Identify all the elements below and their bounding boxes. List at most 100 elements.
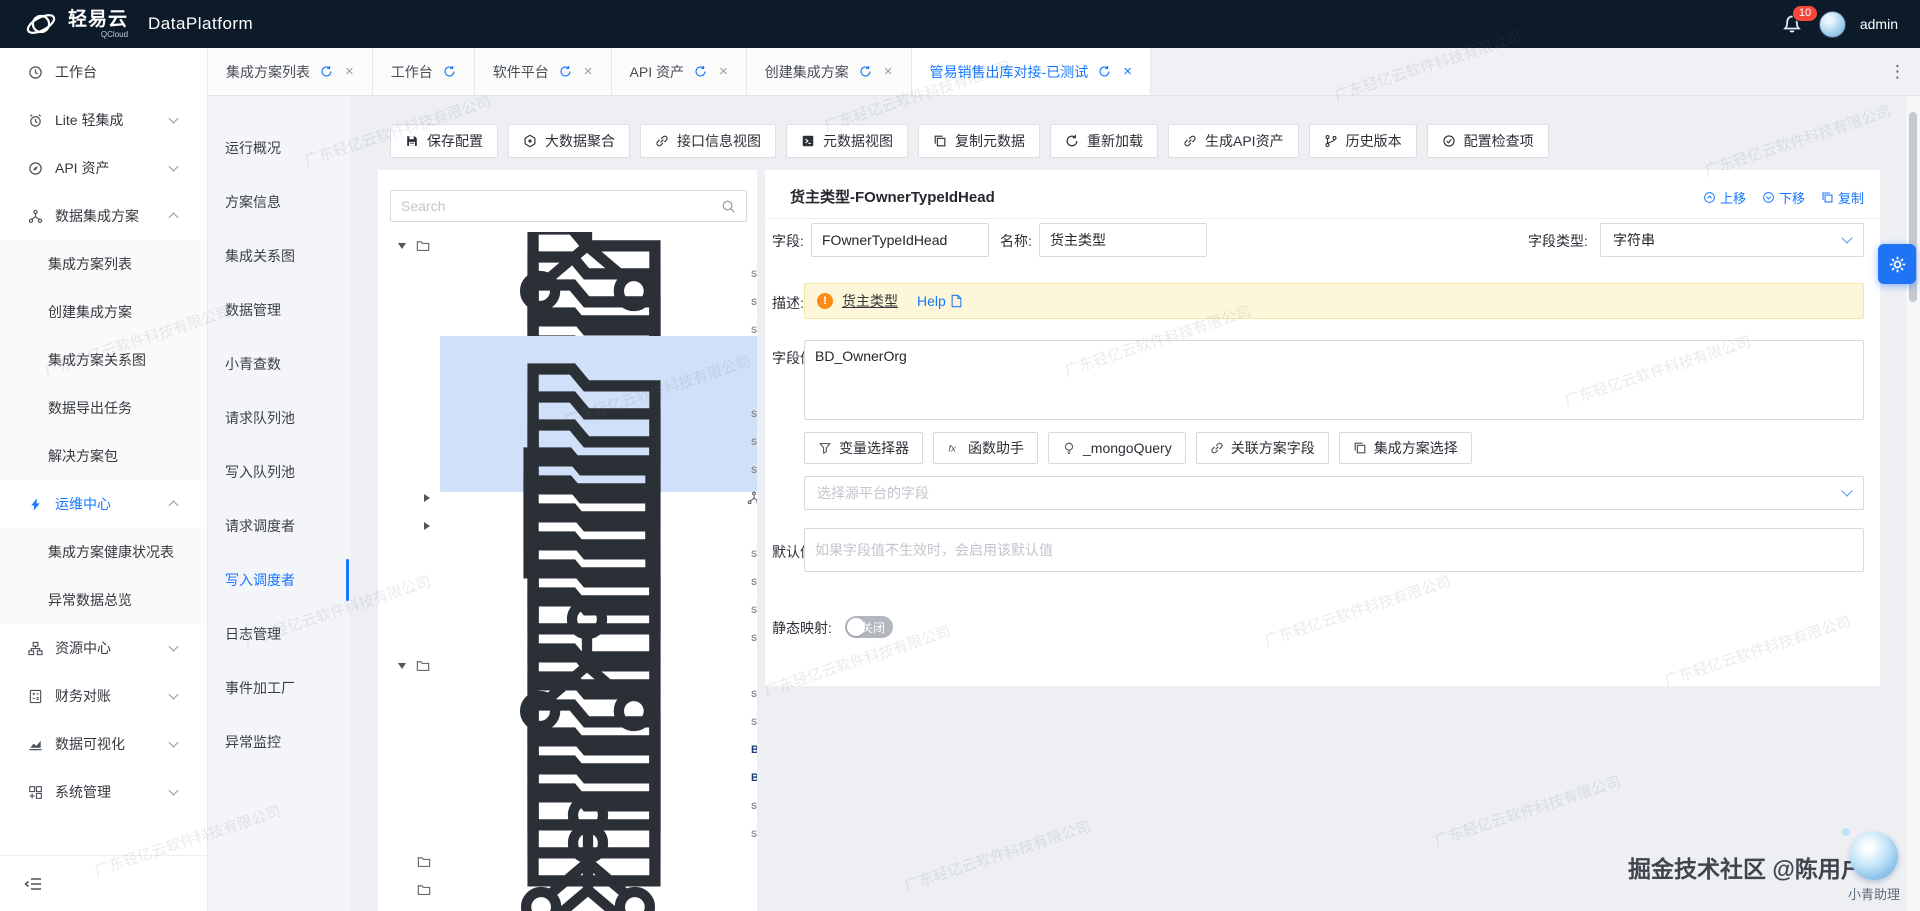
notifications-button[interactable]: 10	[1781, 12, 1805, 36]
scrollbar-track[interactable]	[1906, 96, 1920, 911]
tab[interactable]: 工作台 ×	[373, 48, 475, 95]
tab-close-icon[interactable]: ×	[884, 64, 893, 79]
tab-close-icon[interactable]: ×	[719, 64, 728, 79]
scheme-nav-item[interactable]: 日志管理	[208, 607, 350, 661]
gear-icon	[1888, 255, 1907, 274]
scheme-nav-item[interactable]: 数据管理	[208, 283, 350, 337]
scheme-nav-item[interactable]: 事件加工厂	[208, 661, 350, 715]
sidebar-item[interactable]: 集成方案健康状况表	[0, 528, 207, 576]
move-down-button[interactable]: 下移	[1762, 188, 1805, 207]
caret-right-icon[interactable]	[424, 494, 430, 502]
scheme-nav-item[interactable]: 方案信息	[208, 175, 350, 229]
scheme-nav-item[interactable]: 写入调度者	[208, 553, 350, 607]
scheme-nav-item[interactable]: 请求队列池	[208, 391, 350, 445]
sidebar-item-icon	[28, 161, 43, 176]
scheme-nav-item[interactable]: 集成关系图	[208, 229, 350, 283]
sidebar-item-label: Lite 轻集成	[55, 110, 123, 130]
toolbar-button[interactable]: 大数据聚合	[508, 124, 630, 158]
toolbar-button[interactable]: 元数据视图	[786, 124, 908, 158]
sidebar-item[interactable]: 异常数据总览	[0, 576, 207, 624]
sidebar-item[interactable]: 集成方案列表	[0, 240, 207, 288]
caret-down-icon[interactable]	[398, 663, 406, 669]
assistant-avatar[interactable]	[1850, 832, 1898, 880]
toolbar-button[interactable]: 复制元数据	[918, 124, 1040, 158]
copy-button[interactable]: 复制	[1821, 188, 1864, 207]
caret-down-icon[interactable]	[398, 243, 406, 249]
toolbar-button[interactable]: 重新加载	[1050, 124, 1158, 158]
logo[interactable]: 轻易云 QCloud DataPlatform	[0, 7, 253, 41]
scheme-nav-item[interactable]: 运行概况	[208, 121, 350, 175]
field-value-textarea[interactable]: BD_OwnerOrg	[804, 340, 1864, 420]
brand-subtitle: QCloud	[101, 31, 128, 39]
sidebar-item[interactable]: 资源中心	[0, 624, 207, 672]
scheme-nav-item[interactable]: 小青查数	[208, 337, 350, 391]
tab-refresh-icon[interactable]	[694, 65, 707, 78]
tab-refresh-icon[interactable]	[320, 65, 333, 78]
tab-refresh-icon[interactable]	[559, 65, 572, 78]
sidebar-item[interactable]: Lite 轻集成	[0, 96, 207, 144]
search-icon[interactable]	[721, 199, 736, 214]
value-tool-button[interactable]: 函数助手	[933, 432, 1038, 464]
field-type-select[interactable]: 字符串	[1600, 223, 1864, 257]
sidebar-item[interactable]: 创建集成方案	[0, 288, 207, 336]
tab-close-icon[interactable]: ×	[1123, 64, 1132, 79]
field-tree: Str. B 请求参数-request Str. B	[378, 232, 757, 911]
username[interactable]: admin	[1860, 16, 1898, 32]
tree-item[interactable]: Str. B 其他响应参数-otherResponse	[378, 876, 757, 904]
help-link[interactable]: Help	[917, 293, 963, 309]
source-field-select[interactable]: 选择源平台的字段	[804, 476, 1864, 510]
tab[interactable]: 集成方案列表 ×	[208, 48, 373, 95]
tab[interactable]: 软件平台 ×	[475, 48, 612, 95]
value-tool-button[interactable]: 关联方案字段	[1196, 432, 1329, 464]
sidebar-item[interactable]: 工作台	[0, 48, 207, 96]
tab-refresh-icon[interactable]	[1098, 65, 1111, 78]
toolbar-button[interactable]: 历史版本	[1309, 124, 1417, 158]
sidebar-item[interactable]: 集成方案关系图	[0, 336, 207, 384]
scheme-nav-item[interactable]: 写入队列池	[208, 445, 350, 499]
tab-overflow-menu-icon[interactable]: ⋮	[1889, 48, 1906, 96]
toolbar-button-label: 配置检查项	[1464, 131, 1534, 151]
sidebar-item[interactable]: 数据集成方案	[0, 192, 207, 240]
scheme-nav-item-label: 异常监控	[225, 734, 281, 750]
toolbar-button[interactable]: 生成API资产	[1168, 124, 1299, 158]
field-input[interactable]	[811, 223, 989, 257]
toolbar-button[interactable]: 配置检查项	[1427, 124, 1549, 158]
sidebar-item[interactable]: 系统管理	[0, 768, 207, 816]
sidebar-item[interactable]: 财务对账	[0, 672, 207, 720]
scheme-nav-item[interactable]: 请求调度者	[208, 499, 350, 553]
tab[interactable]: API 资产 ×	[612, 48, 747, 95]
toolbar-button[interactable]: 保存配置	[390, 124, 498, 158]
tab[interactable]: 管易销售出库对接-已测试 ×	[912, 48, 1151, 95]
value-tool-button[interactable]: _mongoQuery	[1048, 432, 1186, 464]
scheme-nav-item[interactable]: 异常监控	[208, 715, 350, 769]
sidebar-item[interactable]: 数据导出任务	[0, 384, 207, 432]
folder-icon	[416, 239, 430, 253]
tab-close-icon[interactable]: ×	[345, 64, 354, 79]
tab-close-icon[interactable]: ×	[584, 64, 593, 79]
sidebar-item[interactable]: 解决方案包	[0, 432, 207, 480]
tab-refresh-icon[interactable]	[443, 65, 456, 78]
tab-refresh-icon[interactable]	[859, 65, 872, 78]
value-tool-button[interactable]: 变量选择器	[804, 432, 923, 464]
default-value-input[interactable]	[804, 528, 1864, 572]
tab[interactable]: 创建集成方案 ×	[747, 48, 912, 95]
move-up-button[interactable]: 上移	[1703, 188, 1746, 207]
settings-fab[interactable]	[1878, 244, 1916, 284]
static-map-toggle[interactable]: 关闭	[845, 616, 893, 638]
description-text[interactable]: 货主类型	[842, 291, 898, 311]
toolbar-button[interactable]: 接口信息视图	[640, 124, 776, 158]
sidebar-collapse-button[interactable]	[0, 855, 207, 911]
value-tool-icon	[1353, 441, 1367, 455]
toolbar-button-label: 复制元数据	[955, 131, 1025, 151]
toolbar-button-label: 保存配置	[427, 131, 483, 151]
value-tool-icon	[947, 441, 961, 455]
name-input[interactable]	[1039, 223, 1207, 257]
user-avatar[interactable]	[1819, 11, 1846, 38]
caret-right-icon[interactable]	[424, 522, 430, 530]
search-input[interactable]	[391, 198, 721, 214]
sidebar-item[interactable]: 数据可视化	[0, 720, 207, 768]
value-tool-button[interactable]: 集成方案选择	[1339, 432, 1472, 464]
sidebar-item[interactable]: 运维中心	[0, 480, 207, 528]
sidebar-item[interactable]: API 资产	[0, 144, 207, 192]
assistant-widget[interactable]: 小青助理	[1848, 832, 1900, 903]
